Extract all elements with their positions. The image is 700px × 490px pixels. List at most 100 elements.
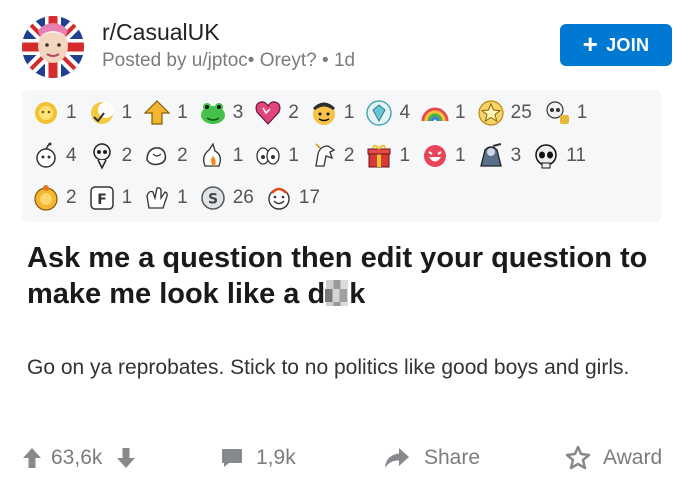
award-item[interactable]: 2: [32, 184, 77, 212]
award-item[interactable]: 1: [32, 99, 77, 127]
award-item[interactable]: 11: [532, 142, 586, 170]
award-count: 1: [121, 102, 133, 123]
award-count: 1: [288, 145, 299, 166]
svg-text:S: S: [208, 192, 218, 208]
vote-group: 63,6k: [22, 440, 136, 476]
share-icon: [384, 447, 410, 469]
award-item[interactable]: 17: [265, 184, 320, 212]
gem-award-icon: [366, 100, 393, 126]
f-key-award-icon: F: [89, 186, 114, 210]
username[interactable]: u/jptoc: [192, 50, 248, 71]
skull-award-icon: [546, 101, 569, 124]
rainbow-award-icon: [421, 107, 449, 122]
awards-row-3: 2 F 1 1 S 26 17: [32, 183, 331, 213]
award-item[interactable]: 2: [88, 142, 133, 170]
award-count: 11: [566, 145, 586, 166]
award-item[interactable]: 1: [143, 99, 188, 127]
award-item[interactable]: 1: [310, 99, 355, 127]
award-item[interactable]: 1: [365, 142, 410, 170]
svg-text:F: F: [97, 192, 107, 208]
award-count: 2: [343, 145, 355, 166]
award-item[interactable]: S 26: [199, 184, 254, 212]
award-count: 2: [66, 187, 77, 208]
award-item[interactable]: 2: [254, 99, 299, 127]
censor-blur: [325, 276, 349, 312]
award-item[interactable]: F1: [88, 184, 132, 212]
award-count: 1: [343, 102, 355, 123]
star-award-icon: [478, 100, 504, 126]
award-item[interactable]: 1: [199, 142, 244, 170]
award-item[interactable]: 25: [477, 99, 532, 127]
award-count: 4: [66, 145, 77, 166]
skeleton-award-icon: [92, 143, 111, 170]
award-count: 1: [232, 145, 244, 166]
award-item[interactable]: 1: [88, 99, 133, 127]
union-flag-avatar-icon: [22, 16, 84, 78]
award-icon: [565, 445, 591, 471]
wholesome-award-icon: [268, 187, 290, 210]
award-count: 1: [576, 102, 588, 123]
award-item[interactable]: 1: [421, 99, 466, 127]
share-label: Share: [424, 446, 481, 469]
award-count: 4: [399, 102, 411, 123]
award-count: 17: [298, 187, 321, 208]
award-count: 1: [455, 145, 466, 166]
comment-icon: [220, 446, 244, 470]
frog-award-icon: [200, 103, 225, 124]
award-count: 1: [399, 145, 411, 166]
award-label: Award: [603, 446, 663, 469]
award-count: 3: [510, 145, 522, 166]
award-item[interactable]: 2: [310, 142, 355, 170]
upvote-icon[interactable]: [22, 447, 42, 469]
award-item[interactable]: 3: [199, 99, 244, 127]
subreddit-name[interactable]: r/CasualUK: [102, 19, 220, 46]
award-count: 1: [455, 102, 466, 123]
award-count: 3: [232, 102, 244, 123]
award-count: 2: [121, 145, 133, 166]
post-age: 1d: [333, 50, 356, 71]
award-item[interactable]: 2: [143, 142, 188, 170]
post-header: r/CasualUK Posted by u/jptoc• Oreyt? • 1…: [22, 16, 672, 80]
sun-award-icon: [35, 102, 57, 124]
crescent-award-icon: [90, 102, 114, 124]
plus-icon: +: [582, 29, 599, 59]
post-meta: Posted by u/jptoc• Oreyt? • 1d: [102, 50, 355, 72]
awards-row-1: 1 1 1 3 2 1 4 1 25 1: [32, 98, 598, 128]
snoo-award-icon: [36, 142, 56, 168]
face-award-icon: [312, 102, 335, 125]
heart-award-icon: [255, 101, 281, 125]
horse-award-icon: [315, 143, 336, 167]
comments-button[interactable]: 1,9k: [220, 440, 296, 476]
post-title[interactable]: Ask me a question then edit your questio…: [27, 240, 677, 312]
clap-award-icon: [146, 187, 169, 209]
award-count: 2: [177, 145, 188, 166]
award-item[interactable]: 1: [543, 99, 588, 127]
award-item[interactable]: 3: [477, 142, 522, 170]
action-bar: 63,6k 1,9k Share Award: [22, 440, 682, 476]
award-count: 2: [288, 102, 299, 123]
subreddit-avatar[interactable]: [22, 16, 84, 78]
award-item[interactable]: 4: [365, 99, 410, 127]
meta-separator: •: [322, 50, 329, 71]
share-button[interactable]: Share: [384, 440, 480, 476]
post-body: Go on ya reprobates. Stick to no politic…: [27, 356, 630, 379]
award-item[interactable]: 1: [143, 184, 188, 212]
upvote-count: 63,6k: [51, 446, 103, 469]
award-item[interactable]: 4: [32, 142, 77, 170]
award-item[interactable]: 1: [421, 142, 466, 170]
join-button[interactable]: + JOIN: [560, 24, 672, 66]
downvote-icon[interactable]: [116, 447, 136, 469]
up-arrow-award-icon: [143, 100, 171, 125]
award-count: 25: [510, 102, 532, 123]
awards-panel: 1 1 1 3 2 1 4 1 25 1 4 2 2 1 1 2 1 1 3 11 2 F 1 1 S 26 17: [22, 90, 662, 222]
hands-award-icon: [146, 147, 167, 166]
award-button[interactable]: Award: [565, 440, 662, 476]
gift-award-icon: [367, 144, 391, 168]
award-item[interactable]: 1: [254, 142, 299, 170]
silver-award-icon: S: [200, 186, 225, 210]
skull-black-award-icon: [535, 144, 557, 169]
fire-award-icon: [202, 142, 221, 167]
eyes-award-icon: [256, 147, 280, 165]
award-count: 1: [177, 187, 188, 208]
gold-award-icon: [34, 185, 58, 211]
